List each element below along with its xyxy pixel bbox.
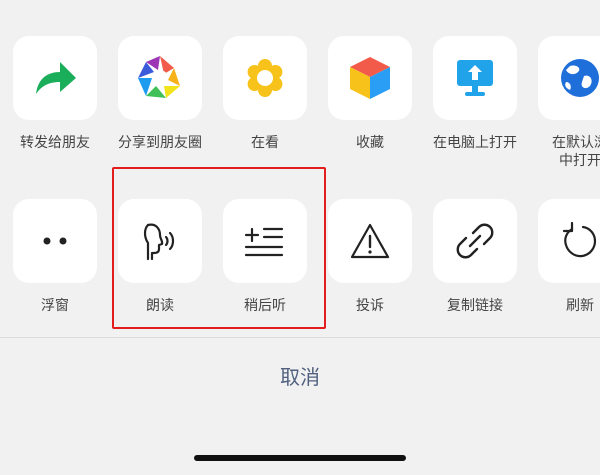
action-item-float-window[interactable]: 浮窗 [0,193,110,333]
tile [538,36,600,120]
tile [13,199,97,283]
action-item-refresh[interactable]: 刷新 [525,193,600,333]
tile [328,199,412,283]
tile [13,36,97,120]
divider [0,337,600,338]
share-item-forward[interactable]: 转发给朋友 [0,30,110,170]
share-item-label-line2: 中打开 [559,153,600,169]
tile [118,36,202,120]
action-item-copy-link[interactable]: 复制链接 [420,193,530,333]
link-icon [453,219,497,263]
float-window-dots-icon [33,231,77,251]
share-item-open-on-pc[interactable]: 在电脑上打开 [420,30,530,170]
home-indicator [194,455,406,461]
share-item-label: 在默认浏 [552,135,600,151]
monitor-upload-icon [453,56,497,100]
wow-flower-icon [243,56,287,100]
highlight-box [112,167,326,329]
tile [223,36,307,120]
warning-triangle-icon [348,221,392,261]
action-item-label: 复制链接 [447,298,503,314]
share-row: 转发给朋友 分享到朋友圈 在看 收藏 在电脑上打开 在默认 中打开 [0,30,600,170]
tile [433,199,517,283]
share-item-wow[interactable]: 在看 [210,30,320,170]
refresh-icon [558,219,600,263]
favorite-cube-icon [348,55,392,101]
cancel-button[interactable]: 取消 [0,355,600,399]
share-item-label: 分享到朋友圈 [118,135,202,151]
tile [328,36,412,120]
share-item-label: 在电脑上打开 [433,135,517,151]
share-item-favorite[interactable]: 收藏 [315,30,425,170]
action-item-label: 投诉 [356,298,384,314]
action-item-report[interactable]: 投诉 [315,193,425,333]
tile [433,36,517,120]
action-item-label: 刷新 [566,298,594,314]
share-item-open-in-browser[interactable]: 在默认浏 中打开 [525,30,600,170]
tile [538,199,600,283]
forward-arrow-icon [32,58,78,98]
share-sheet: 转发给朋友 分享到朋友圈 在看 收藏 在电脑上打开 在默认 中打开 浮窗 朗读 … [0,0,600,475]
moments-aperture-icon [136,54,184,102]
share-item-label: 在看 [251,135,279,151]
share-item-label: 收藏 [356,135,384,151]
share-item-label: 转发给朋友 [20,135,90,151]
globe-icon [558,56,600,100]
share-item-moments[interactable]: 分享到朋友圈 [105,30,215,170]
action-item-label: 浮窗 [41,298,69,314]
